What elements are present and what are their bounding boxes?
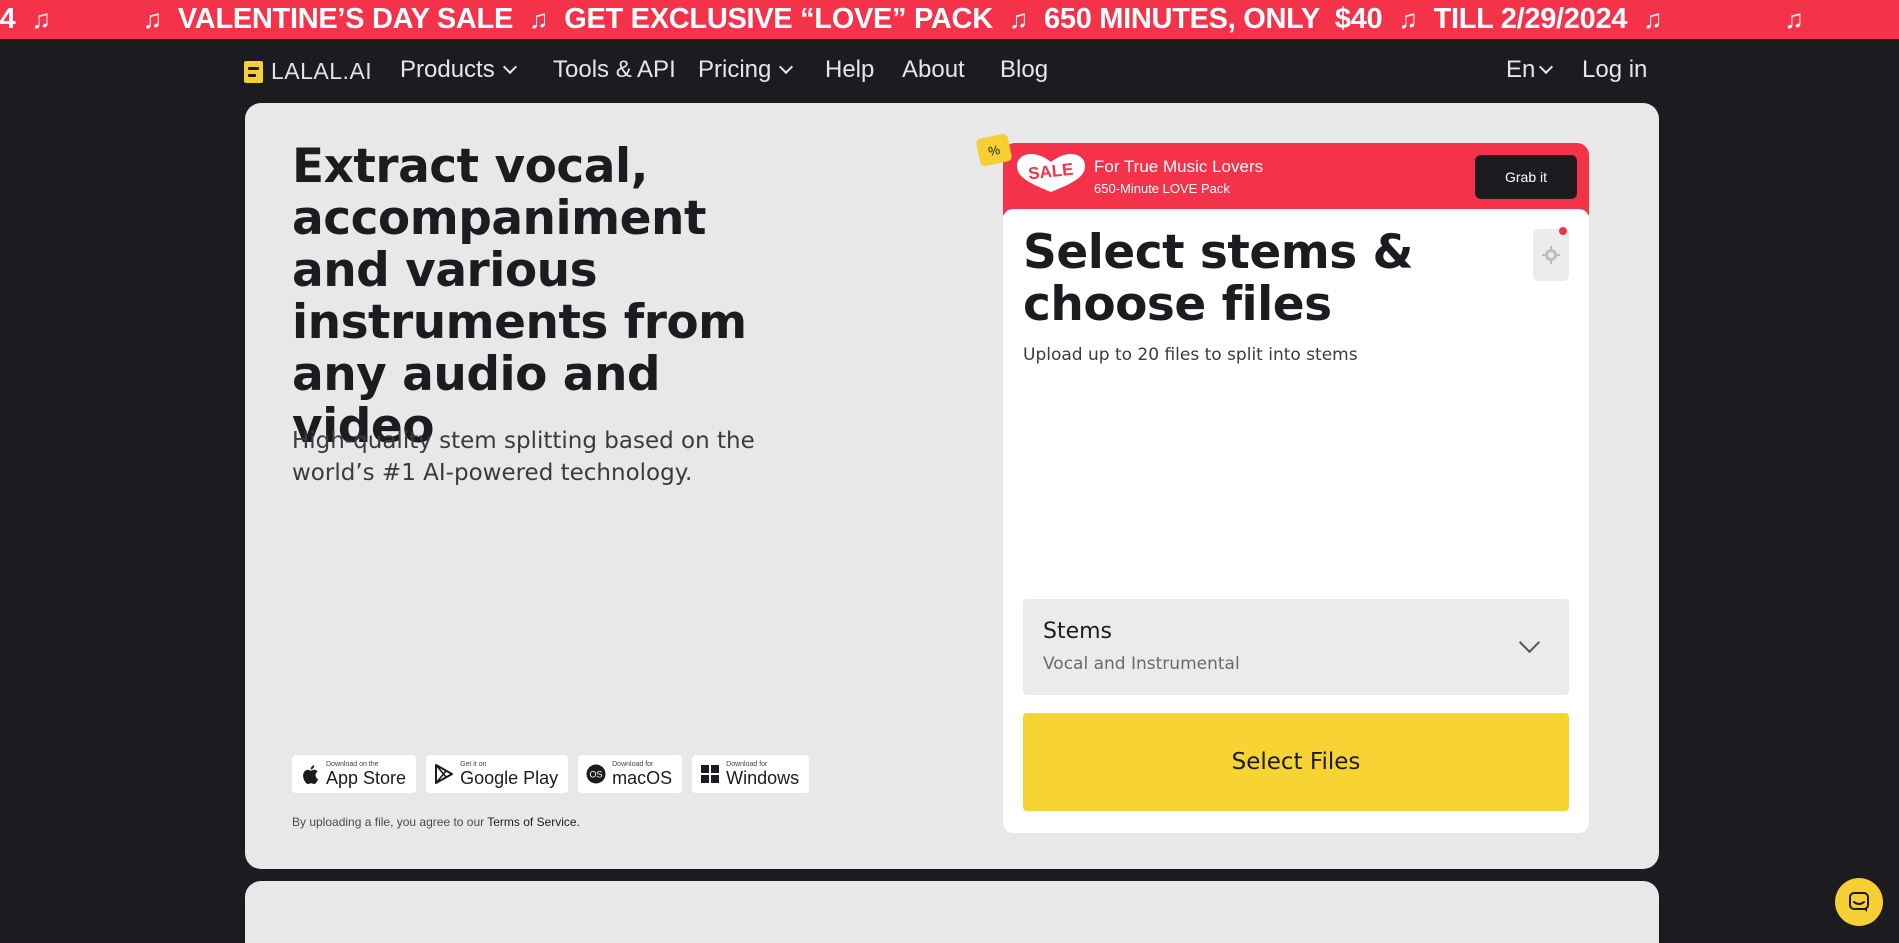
language-selector[interactable]: En — [1506, 56, 1554, 84]
chevron-down-icon — [502, 59, 517, 75]
macos-badge[interactable]: OS Download for macOS — [578, 755, 683, 793]
svg-text:OS: OS — [590, 770, 603, 780]
google-play-text: Get it on Google Play — [460, 761, 558, 787]
settings-button[interactable] — [1533, 227, 1569, 281]
ticker-item: 024 — [0, 3, 16, 35]
sale-title: For True Music Lovers — [1094, 157, 1264, 176]
app-store-badge[interactable]: Download on the App Store — [292, 755, 417, 793]
notification-dot — [1559, 227, 1567, 235]
top-nav: LALAL.AI Products Tools & API Pricing He… — [0, 39, 1899, 103]
apple-icon — [300, 763, 320, 785]
legal-prefix: By uploading a file, you agree to our — [292, 815, 488, 829]
login-link[interactable]: Log in — [1582, 56, 1647, 84]
ticker-item: 650 MINUTES, ONLY $40 — [1044, 3, 1383, 35]
badge-big-text: macOS — [612, 768, 673, 788]
stems-dropdown[interactable]: Stems Vocal and Instrumental — [1023, 599, 1569, 695]
nav-help-label: Help — [825, 56, 875, 83]
secondary-card — [245, 881, 1659, 943]
music-note-icon: ♫ — [1008, 4, 1029, 34]
upload-title: Select stems & choose files — [1023, 225, 1414, 332]
promo-ticker[interactable]: 024 ♫ ♫ VALENTINE’S DAY SALE ♫ GET EXCLU… — [0, 0, 1899, 39]
nav-about-label: About — [902, 56, 965, 83]
grab-it-button[interactable]: Grab it — [1475, 155, 1577, 199]
gear-icon — [1542, 246, 1560, 264]
logo-icon — [244, 60, 263, 83]
login-label: Log in — [1582, 56, 1648, 83]
ticker-item: TILL 2/29/2024 — [1433, 3, 1628, 35]
nav-blog-label: Blog — [1000, 56, 1049, 83]
music-note-icon: ♫ — [1398, 4, 1418, 34]
nav-pricing-label: Pricing — [698, 56, 772, 83]
windows-badge[interactable]: Download for Windows — [692, 755, 810, 793]
music-note-icon: ♫ — [1643, 4, 1663, 34]
music-note-icon: ♫ — [1784, 4, 1804, 34]
select-files-button[interactable]: Select Files — [1023, 713, 1569, 811]
upload-subtitle: Upload up to 20 files to split into stem… — [1023, 345, 1358, 365]
nav-tools-label: Tools & API — [553, 56, 676, 83]
windows-text: Download for Windows — [726, 761, 799, 787]
upload-panel: Select stems & choose files Upload up to… — [1003, 209, 1589, 833]
logo-text: LALAL.AI — [271, 58, 373, 84]
ticker-item: VALENTINE’S DAY SALE — [177, 3, 513, 35]
badge-small-text: Download for — [612, 761, 654, 768]
chat-widget-button[interactable] — [1835, 878, 1883, 926]
google-play-icon — [434, 763, 454, 785]
logo[interactable]: LALAL.AI — [244, 58, 372, 85]
nav-about[interactable]: About — [902, 56, 965, 84]
macos-icon: OS — [586, 763, 606, 785]
nav-products[interactable]: Products — [400, 56, 517, 84]
ticker-track: 024 ♫ ♫ VALENTINE’S DAY SALE ♫ GET EXCLU… — [0, 0, 1806, 39]
badge-big-text: Windows — [726, 768, 800, 788]
stems-value: Vocal and Instrumental — [1043, 654, 1240, 674]
macos-text: Download for macOS — [612, 761, 672, 787]
terms-link[interactable]: Terms of Service. — [487, 815, 580, 829]
store-badges: Download on the App Store Get it on Goog… — [292, 755, 810, 793]
music-note-icon: ♫ — [31, 4, 52, 34]
nav-tools-api[interactable]: Tools & API — [553, 56, 676, 84]
chat-icon — [1849, 892, 1869, 912]
badge-small-text: Download for — [726, 761, 768, 768]
nav-blog[interactable]: Blog — [1000, 56, 1048, 84]
chevron-down-icon — [1518, 631, 1541, 654]
sale-heart-icon: SALE — [1017, 154, 1085, 192]
app-store-text: Download on the App Store — [326, 761, 406, 787]
chevron-down-icon — [1539, 59, 1554, 75]
nav-help[interactable]: Help — [825, 56, 874, 84]
language-label: En — [1506, 56, 1536, 83]
nav-products-label: Products — [400, 56, 495, 83]
sale-subtitle: 650-Minute LOVE Pack — [1094, 181, 1230, 196]
nav-pricing[interactable]: Pricing — [698, 56, 794, 84]
music-note-icon: ♫ — [142, 4, 163, 34]
hero-title: Extract vocal, accompaniment and various… — [292, 139, 747, 454]
badge-small-text: Download on the — [326, 761, 379, 768]
badge-big-text: App Store — [326, 768, 407, 788]
hero-subtitle: High-quality stem splitting based on the… — [292, 428, 755, 486]
ticker-item: GET EXCLUSIVE “LOVE” PACK — [564, 3, 993, 35]
windows-icon — [700, 763, 720, 785]
chevron-down-icon — [779, 59, 794, 75]
badge-small-text: Get it on — [460, 761, 487, 768]
sale-banner: SALE For True Music Lovers 650-Minute LO… — [1003, 143, 1589, 215]
music-note-icon: ♫ — [529, 4, 549, 34]
google-play-badge[interactable]: Get it on Google Play — [426, 755, 569, 793]
stems-label: Stems — [1043, 619, 1113, 644]
legal-notice: By uploading a file, you agree to our Te… — [292, 815, 580, 829]
hero-card: Extract vocal, accompaniment and various… — [245, 103, 1659, 869]
badge-big-text: Google Play — [460, 768, 559, 788]
